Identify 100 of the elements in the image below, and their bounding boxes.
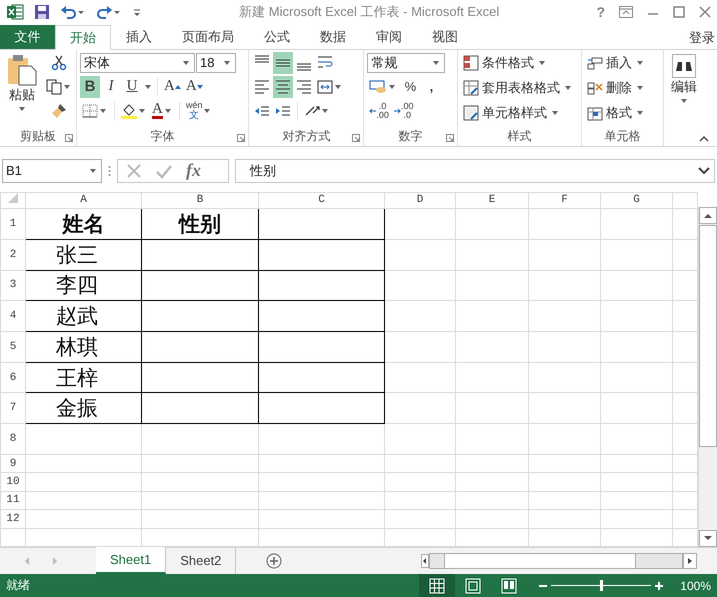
decrease-font-size-button[interactable]: A [184, 76, 205, 98]
scrollbar-thumb[interactable] [444, 554, 636, 568]
editing-button[interactable]: 编辑 [666, 52, 701, 128]
spreadsheet-app-icon [6, 3, 24, 22]
align-right-icon [296, 78, 312, 95]
styles-menu-button[interactable]: 条件格式 [460, 52, 575, 75]
ribbon-tab[interactable]: 开始 [55, 24, 111, 50]
table-style-icon [462, 80, 479, 96]
percent-button[interactable]: % [400, 76, 420, 98]
column-header[interactable]: E [456, 192, 528, 209]
column-header[interactable]: D [384, 192, 456, 209]
decrease-decimal-button[interactable]: .00 .0 [392, 100, 416, 122]
cell-text: 张三 [56, 242, 98, 267]
middle-align-button[interactable] [273, 52, 294, 74]
align-top-icon [254, 54, 270, 63]
add-sheet-icon[interactable] [266, 553, 282, 570]
cell-text: 性别 [179, 210, 221, 236]
scrollbar-thumb[interactable] [699, 224, 717, 447]
slider-thumb[interactable] [600, 580, 602, 591]
scroll-up-button[interactable] [699, 206, 717, 224]
help-button[interactable]: ? [596, 4, 605, 20]
row-header[interactable]: 2 [0, 239, 26, 270]
row-header[interactable]: 8 [0, 424, 26, 454]
cells-menu-button[interactable]: 插入 [585, 52, 648, 75]
cell-text: 赵武 [56, 304, 98, 328]
column-header[interactable]: B [142, 192, 258, 209]
dialog-launcher-icon[interactable] [65, 134, 73, 142]
phonetic-guide-button[interactable]: wén 文 [184, 100, 214, 122]
styles-menu-button[interactable]: 单元格样式 [460, 102, 575, 125]
column-header[interactable]: F [528, 192, 600, 209]
underline-button[interactable]: U [122, 76, 142, 98]
zoom-in-icon[interactable] [655, 582, 663, 590]
increase-font-size-button[interactable]: A [162, 76, 183, 98]
row-header[interactable]: 6 [0, 362, 26, 393]
paste-button[interactable]: 粘贴 [3, 52, 41, 128]
ribbon-tab[interactable]: 公式 [249, 24, 305, 49]
zoom-level[interactable]: 100% [671, 578, 717, 592]
italic-button[interactable]: I [101, 76, 121, 98]
up-triangle-icon [174, 84, 181, 90]
page-break-icon [501, 578, 517, 594]
collapse-ribbon-icon[interactable] [699, 136, 709, 142]
indent-icon [275, 104, 292, 118]
arrow-icon [369, 108, 376, 114]
center-align-button[interactable] [273, 76, 294, 98]
expand-icon [698, 166, 710, 175]
formula-input[interactable]: 性别 [235, 158, 715, 183]
align-middle-icon [275, 58, 292, 67]
scroll-down-button[interactable] [699, 530, 717, 548]
ribbon-tab[interactable]: 页面布局 [167, 24, 249, 49]
row-header[interactable]: 11 [0, 491, 26, 510]
save-icon[interactable] [34, 4, 50, 20]
column-header[interactable]: A [26, 192, 142, 209]
ribbon-tab[interactable]: 视图 [417, 24, 473, 49]
row-header[interactable]: 9 [0, 454, 26, 473]
up-triangle-icon [704, 212, 712, 218]
align-bottom-icon [296, 62, 312, 71]
row-header[interactable]: 7 [0, 392, 26, 424]
dialog-launcher-icon[interactable] [446, 134, 454, 142]
cells-menu-button[interactable]: 格式 [585, 102, 648, 125]
group-label: 对齐方式 [282, 128, 330, 146]
cell-style-icon [462, 105, 479, 122]
maximize-icon[interactable] [673, 6, 685, 18]
row-header[interactable]: 3 [0, 270, 26, 301]
ribbon-tab[interactable]: 审阅 [361, 24, 417, 49]
group-label: 剪贴板 [20, 128, 56, 146]
ribbon-display-icon[interactable] [619, 6, 633, 18]
row-header[interactable]: 1 [0, 208, 26, 240]
page-layout-icon [465, 578, 481, 594]
dialog-launcher-icon[interactable] [352, 134, 360, 142]
close-icon[interactable] [699, 6, 711, 18]
column-header[interactable]: C [258, 192, 384, 209]
dialog-launcher-icon[interactable] [237, 134, 246, 142]
styles-menu-button[interactable]: 套用表格格式 [460, 76, 575, 100]
sheet-tab[interactable]: Sheet1 [96, 547, 166, 574]
file-tab[interactable]: 文件 [0, 24, 55, 49]
insert-function-button[interactable]: fx [186, 160, 201, 182]
number-format-dropdown[interactable]: 常规 [367, 52, 446, 73]
redo-icon[interactable] [96, 4, 122, 20]
view-button[interactable] [419, 574, 455, 597]
outdent-icon [254, 104, 270, 118]
row-header[interactable]: 10 [0, 472, 26, 492]
group-label: 样式 [508, 128, 532, 146]
row-header[interactable]: 4 [0, 300, 26, 332]
font-color-button[interactable]: A [150, 100, 175, 122]
row-header[interactable]: 5 [0, 331, 26, 362]
ribbon-tab[interactable]: 数据 [305, 24, 361, 49]
name-box[interactable]: B1 [2, 158, 102, 183]
undo-icon[interactable] [60, 4, 86, 20]
increase-decimal-button[interactable]: .0 .00 [367, 100, 391, 122]
column-header[interactable]: G [600, 192, 672, 209]
cells-menu-button[interactable]: 删除 [585, 76, 648, 100]
bold-button[interactable]: B [80, 76, 100, 98]
comma-style-button[interactable]: , [421, 76, 442, 98]
sign-in-link[interactable]: 登录 [689, 24, 717, 49]
down-triangle-icon [196, 84, 203, 90]
row-header[interactable]: 12 [0, 510, 26, 528]
font-size-dropdown[interactable]: 18 [196, 52, 236, 73]
cell-text: 林琪 [56, 334, 98, 359]
ribbon-tab[interactable]: 插入 [111, 24, 167, 49]
font-family-dropdown[interactable]: 宋体 [80, 52, 195, 73]
